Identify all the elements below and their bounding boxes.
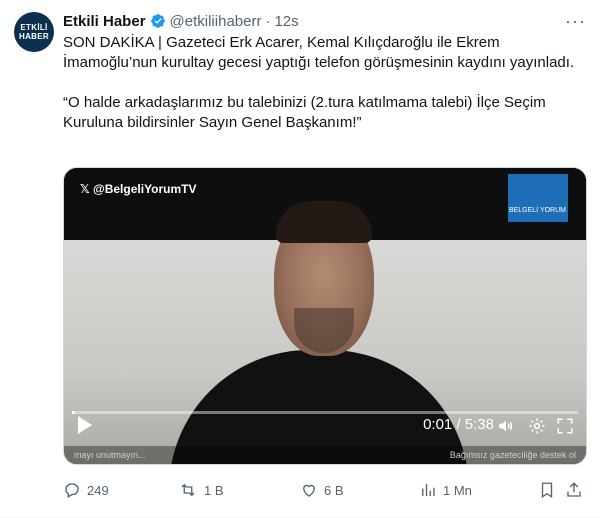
avatar[interactable]: ETKİLİ HABER (14, 12, 54, 52)
video-player[interactable]: 𝕏 @BelgeliYorumTV BELGELİ YORUM 0:01 / 5… (63, 167, 587, 465)
views-count: 1 Mn (443, 482, 472, 498)
video-time: 0:01 / 5:38 (423, 416, 494, 433)
video-duration: 5:38 (464, 416, 494, 433)
tweet[interactable]: ETKİLİ HABER Etkili Haber @etkiliihaberr… (0, 0, 600, 518)
settings-gear-icon[interactable] (528, 417, 546, 435)
like-button[interactable]: 6 B (300, 481, 344, 499)
ticker-left-text: mayı unutmayın... (74, 450, 146, 460)
ticker-right-text: Bağımsız gazeteciliğe destek ol (449, 450, 576, 460)
video-channel-tag: 𝕏 @BelgeliYorumTV (80, 182, 197, 196)
play-icon[interactable] (78, 416, 92, 434)
bookmark-icon (541, 482, 553, 499)
share-button[interactable] (565, 481, 589, 499)
more-icon[interactable]: ··· (565, 11, 586, 32)
share-icon (567, 482, 581, 497)
views-button[interactable]: 1 Mn (419, 481, 472, 499)
puzzle-logo-icon (508, 174, 568, 222)
retweet-icon (181, 483, 195, 497)
views-icon (422, 484, 435, 496)
verified-icon (150, 14, 165, 28)
avatar-text-2: HABER (19, 32, 49, 41)
tweet-text: SON DAKİKA | Gazeteci Erk Acarer, Kemal … (63, 34, 575, 131)
heart-icon (303, 484, 315, 497)
x-logo-icon: 𝕏 (80, 182, 94, 196)
video-person-hair (276, 201, 372, 243)
video-controls: 0:01 / 5:38 (64, 406, 586, 446)
author-handle[interactable]: @etkiliihaberr (170, 13, 262, 30)
video-current-time: 0:01 (423, 416, 453, 433)
bookmark-button[interactable] (538, 481, 562, 499)
video-ticker: mayı unutmayın... Bağımsız gazeteciliğe … (64, 446, 586, 464)
reply-count: 249 (87, 482, 109, 498)
timestamp[interactable]: 12s (274, 13, 298, 30)
channel-tag-text: @BelgeliYorumTV (93, 182, 197, 196)
tweet-header: Etkili Haber @etkiliihaberr · 12s (63, 10, 586, 32)
retweet-button[interactable]: 1 B (178, 481, 224, 499)
tweet-actions: 249 1 B 6 B 1 Mn (63, 478, 583, 502)
fullscreen-icon[interactable] (556, 417, 574, 435)
avatar-text-1: ETKİLİ (20, 23, 48, 32)
video-logo-text: BELGELİ YORUM (508, 207, 566, 214)
separator: · (265, 12, 271, 30)
like-count: 6 B (324, 482, 344, 498)
reply-icon (65, 483, 79, 498)
reply-button[interactable]: 249 (63, 481, 109, 499)
author-name[interactable]: Etkili Haber (63, 13, 146, 30)
video-time-separator: / (452, 416, 465, 433)
volume-icon[interactable] (496, 417, 516, 435)
retweet-count: 1 B (204, 482, 224, 498)
